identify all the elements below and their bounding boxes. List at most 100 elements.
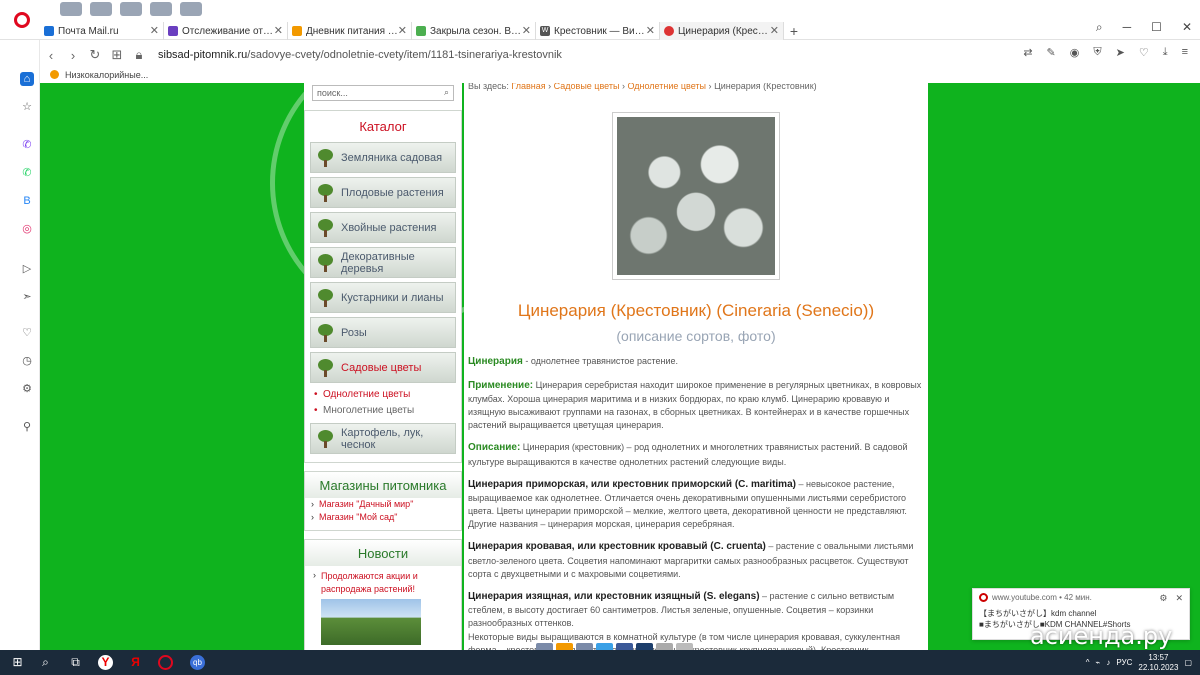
tab-wikipedia[interactable]: W Крестовник — Википедия ✕ (536, 22, 660, 40)
settings-icon[interactable]: ⚙ (20, 382, 34, 396)
tab-thumbnail[interactable] (180, 2, 202, 16)
new-tab-button[interactable]: + (784, 22, 804, 40)
close-tab-icon[interactable]: ✕ (770, 24, 779, 37)
notification-settings-icon[interactable]: ⚙ (1159, 593, 1167, 604)
tab-cineraria[interactable]: Цинерария (Крестовник) ✕ (660, 22, 784, 40)
share-vk-icon[interactable] (536, 643, 553, 650)
catalog-item-shrubs[interactable]: Кустарники и лианы (310, 282, 456, 313)
sub-item-annual-flowers[interactable]: Однолетние цветы (305, 387, 461, 403)
task-view-icon[interactable]: ⧉ (68, 655, 83, 670)
share-print-icon[interactable] (676, 643, 693, 650)
plant-photo-frame[interactable] (612, 112, 780, 280)
share-ok-icon[interactable] (556, 643, 573, 650)
tab-thumbnail[interactable] (90, 2, 112, 16)
sub-item-perennial-flowers[interactable]: Многолетние цветы (305, 403, 461, 419)
opera-logo-icon[interactable] (14, 12, 30, 28)
browser-tab-bar: Почта Mail.ru ✕ Отслеживание отправлен ✕… (0, 0, 1200, 40)
player-icon[interactable]: ▷ (20, 262, 34, 276)
menu-icon[interactable]: ≡ (1182, 46, 1188, 59)
tab-season[interactable]: Закрыла сезон. Выводы и ✕ (412, 22, 536, 40)
vk-icon[interactable]: В (20, 194, 34, 208)
breadcrumb-section-link[interactable]: Садовые цветы (554, 83, 620, 91)
share-mail-icon[interactable] (576, 643, 593, 650)
forward-icon[interactable]: › (62, 48, 84, 63)
send-flow-icon[interactable]: ➣ (20, 290, 34, 304)
tab-diet-diary[interactable]: Дневник питания - на Die ✕ (288, 22, 412, 40)
history-icon[interactable]: ◷ (20, 354, 34, 368)
url-field[interactable]: sibsad-pitomnik.ru/sadovye-cvety/odnolet… (158, 49, 562, 61)
catalog-item-strawberry[interactable]: Земляника садовая (310, 142, 456, 173)
search-input[interactable]: поиск... ⌕ (312, 85, 454, 101)
catalog-item-garden-flowers[interactable]: Садовые цветы (310, 352, 456, 383)
yandex-browser-icon[interactable]: Y (98, 655, 113, 670)
close-tab-icon[interactable]: ✕ (274, 24, 283, 37)
yandex-icon[interactable]: Я (128, 655, 143, 670)
back-icon[interactable]: ‹ (40, 48, 62, 63)
windows-start-icon[interactable]: ⊞ (10, 655, 25, 670)
tab-thumbnail[interactable] (60, 2, 82, 16)
clock[interactable]: 13:57 22.10.2023 (1138, 653, 1178, 672)
news-item-link[interactable]: Продолжаются акции и распродажа растений… (305, 566, 461, 595)
taskbar-search-icon[interactable]: ⌕ (38, 655, 53, 670)
tab-thumbnail[interactable] (120, 2, 142, 16)
news-image[interactable] (321, 599, 421, 646)
favorites-icon[interactable]: ♡ (20, 326, 34, 340)
tab-title: Закрыла сезон. Выводы и (430, 25, 522, 37)
edit-icon[interactable]: ✎ (1047, 46, 1056, 59)
reload-icon[interactable]: ↻ (84, 47, 106, 63)
tab-tracking[interactable]: Отслеживание отправлен ✕ (164, 22, 288, 40)
tab-mail[interactable]: Почта Mail.ru ✕ (40, 22, 164, 40)
close-tab-icon[interactable]: ✕ (398, 24, 407, 37)
share-twitter-icon[interactable] (596, 643, 613, 650)
tab-thumbnail[interactable] (150, 2, 172, 16)
close-tab-icon[interactable]: ✕ (150, 24, 159, 37)
catalog-item-potato-onion[interactable]: Картофель, лук, чеснок (310, 423, 456, 454)
language-indicator[interactable]: РУС (1116, 658, 1132, 667)
search-icon[interactable]: ⌕ (444, 87, 449, 98)
translate-icon[interactable]: ⇄ (1023, 46, 1032, 59)
send-icon[interactable]: ➤ (1116, 46, 1125, 59)
download-icon[interactable]: ⤓ (1163, 46, 1168, 59)
share-facebook-icon[interactable] (616, 643, 633, 650)
notification-close-icon[interactable]: ✕ (1175, 593, 1183, 604)
pin-icon[interactable]: ⚲ (20, 420, 34, 434)
close-window-icon[interactable]: ✕ (1182, 20, 1192, 35)
breadcrumb-home-link[interactable]: Главная (511, 83, 545, 91)
share-lj-icon[interactable] (636, 643, 653, 650)
breadcrumb-current: Цинерария (Крестовник) (714, 83, 817, 91)
share-more-icon[interactable] (656, 643, 673, 650)
minimize-icon[interactable]: ─ (1123, 20, 1132, 35)
close-tab-icon[interactable]: ✕ (522, 24, 531, 37)
paragraph-intro: Цинерария - однолетнее травянистое расте… (468, 355, 924, 370)
catalog-item-fruit[interactable]: Плодовые растения (310, 177, 456, 208)
qbittorrent-icon[interactable]: qb (190, 655, 205, 670)
shop-link-moy-sad[interactable]: Магазин "Мой сад" (305, 511, 461, 524)
volume-icon[interactable]: ♪ (1106, 658, 1110, 667)
speed-dial-icon[interactable]: ☆ (20, 100, 34, 114)
notifications-icon[interactable]: ▢ (1184, 658, 1192, 667)
camera-icon[interactable]: ◉ (1070, 46, 1080, 59)
tabs-grid-icon[interactable]: ⊞ (106, 47, 128, 63)
tree-icon (315, 183, 335, 203)
paragraph-text: Цинерария (крестовник) – род однолетних … (468, 442, 908, 467)
shop-link-dachny-mir[interactable]: Магазин "Дачный мир" (305, 498, 461, 511)
instagram-icon[interactable]: ◎ (20, 222, 34, 236)
tray-chevron-icon[interactable]: ^ (1086, 658, 1090, 667)
opera-taskbar-icon[interactable] (158, 655, 173, 670)
search-placeholder: поиск... (317, 88, 348, 98)
heart-icon[interactable]: ♡ (1139, 46, 1149, 59)
network-icon[interactable]: ⌁ (1096, 658, 1101, 667)
maximize-icon[interactable]: ☐ (1151, 20, 1162, 35)
bookmark-item[interactable]: Низкокалорийные... (65, 70, 148, 80)
messenger-icon[interactable]: ✆ (20, 138, 34, 152)
home-icon[interactable]: ⌂ (20, 72, 34, 86)
breadcrumb-prefix: Вы здесь: (468, 83, 509, 91)
close-tab-icon[interactable]: ✕ (646, 24, 655, 37)
adblock-icon[interactable]: ⛨ (1093, 46, 1101, 59)
catalog-item-roses[interactable]: Розы (310, 317, 456, 348)
search-tabs-icon[interactable]: ⌕ (1096, 20, 1103, 35)
whatsapp-icon[interactable]: ✆ (20, 166, 34, 180)
catalog-item-decorative-trees[interactable]: Декоративные деревья (310, 247, 456, 278)
catalog-item-conifer[interactable]: Хвойные растения (310, 212, 456, 243)
breadcrumb-subsection-link[interactable]: Однолетние цветы (627, 83, 706, 91)
